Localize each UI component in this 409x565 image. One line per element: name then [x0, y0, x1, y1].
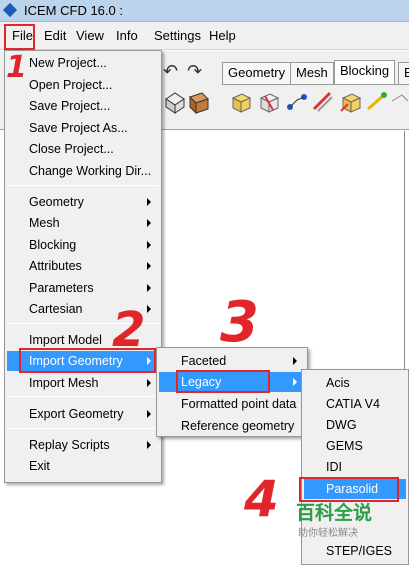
menu-item-close-project[interactable]: Close Project... — [7, 139, 159, 159]
menu-item-step-iges[interactable]: STEP/IGES — [304, 541, 406, 561]
submenu-arrow-icon — [293, 378, 297, 386]
step-1-annotation: 1 — [6, 50, 27, 85]
menu-item-label: Import Mesh — [29, 376, 99, 390]
menu-item-open-project[interactable]: Open Project... — [7, 75, 159, 95]
menu-item-import-mesh[interactable]: Import Mesh — [7, 373, 159, 393]
highlight-legacy-box — [176, 370, 270, 393]
more-tools-icon[interactable] — [390, 89, 409, 115]
menu-view[interactable]: View — [70, 26, 110, 46]
part-tool-icon[interactable] — [186, 89, 212, 115]
associate-icon[interactable] — [284, 89, 310, 115]
menu-item-new-project[interactable]: New Project... — [7, 53, 159, 73]
title-bar: ICEM CFD 16.0 : — [0, 0, 409, 22]
menu-item-formatted-point-data[interactable]: Formatted point data — [159, 394, 305, 414]
menu-help[interactable]: Help — [203, 26, 242, 46]
menu-separator — [7, 185, 159, 186]
tab-blocking[interactable]: Blocking — [334, 60, 396, 84]
step-3-annotation: 3 — [220, 290, 259, 355]
menu-item-label: Geometry — [29, 195, 84, 209]
menu-separator — [7, 396, 159, 397]
menu-item-attributes[interactable]: Attributes — [7, 256, 159, 276]
menu-item-geometry[interactable]: Geometry — [7, 192, 159, 212]
pre-mesh-params-icon[interactable] — [338, 89, 364, 115]
menu-item-label: Export Geometry — [29, 407, 124, 421]
menu-item-label: Attributes — [29, 259, 82, 273]
highlight-file-box — [4, 24, 35, 50]
menu-item-export-geometry[interactable]: Export Geometry — [7, 404, 159, 424]
submenu-arrow-icon — [293, 357, 297, 365]
menu-item-idi[interactable]: IDI — [304, 457, 406, 477]
submenu-arrow-icon — [147, 441, 151, 449]
app-logo-icon — [4, 4, 18, 18]
menu-item-reference-geometry[interactable]: Reference geometry — [159, 416, 305, 436]
menu-item-blocking[interactable]: Blocking — [7, 235, 159, 255]
menu-item-label: Faceted — [181, 354, 227, 368]
submenu-arrow-icon — [147, 262, 151, 270]
menu-item-exit[interactable]: Exit — [7, 456, 159, 476]
menu-bar: File Edit View Info Settings Help — [0, 22, 409, 50]
tab-geometry[interactable]: Geometry — [222, 62, 292, 84]
redo-icon[interactable]: ↷ — [187, 62, 205, 80]
undo-icon[interactable]: ↶ — [163, 62, 181, 80]
file-menu: New Project... Open Project... Save Proj… — [4, 50, 162, 483]
menu-item-label: Parameters — [29, 281, 94, 295]
menu-item-dwg[interactable]: DWG — [304, 415, 406, 435]
menu-item-change-working-dir[interactable]: Change Working Dir... — [7, 161, 159, 181]
menu-item-label: Cartesian — [29, 302, 83, 316]
step-4-annotation: 4 — [244, 470, 279, 528]
menu-separator — [7, 428, 159, 429]
step-2-annotation: 2 — [112, 302, 146, 358]
menu-item-label: Replay Scripts — [29, 438, 110, 452]
menu-item-label: Mesh — [29, 216, 60, 230]
menu-item-acis[interactable]: Acis — [304, 373, 406, 393]
tab-divider — [222, 84, 409, 85]
menu-item-label: Blocking — [29, 238, 77, 252]
create-block-icon[interactable] — [228, 89, 254, 115]
menu-item-save-project-as[interactable]: Save Project As... — [7, 118, 159, 138]
edit-block-icon[interactable] — [310, 89, 336, 115]
geometry-tool-icon[interactable] — [162, 89, 188, 115]
menu-item-mesh[interactable]: Mesh — [7, 213, 159, 233]
watermark: 百科全说 助你轻松解决 — [288, 498, 380, 542]
menu-item-parameters[interactable]: Parameters — [7, 278, 159, 298]
menu-item-catia-v4[interactable]: CATIA V4 — [304, 394, 406, 414]
watermark-title: 百科全说 — [296, 502, 373, 524]
submenu-arrow-icon — [147, 379, 151, 387]
split-block-icon[interactable] — [256, 89, 282, 115]
submenu-arrow-icon — [147, 305, 151, 313]
tab-mesh[interactable]: Mesh — [290, 62, 334, 84]
menu-settings[interactable]: Settings — [148, 26, 207, 46]
submenu-arrow-icon — [147, 410, 151, 418]
menu-item-gems[interactable]: GEMS — [304, 436, 406, 456]
menu-info[interactable]: Info — [110, 26, 144, 46]
submenu-arrow-icon — [147, 219, 151, 227]
tab-edit[interactable]: E — [398, 62, 409, 84]
window-title: ICEM CFD 16.0 : — [24, 3, 123, 18]
submenu-arrow-icon — [147, 284, 151, 292]
pre-mesh-quality-icon[interactable] — [364, 89, 390, 115]
submenu-arrow-icon — [147, 198, 151, 206]
submenu-arrow-icon — [147, 241, 151, 249]
menu-item-replay-scripts[interactable]: Replay Scripts — [7, 435, 159, 455]
menu-edit[interactable]: Edit — [38, 26, 72, 46]
menu-item-save-project[interactable]: Save Project... — [7, 96, 159, 116]
watermark-subtitle: 助你轻松解决 — [298, 528, 358, 539]
